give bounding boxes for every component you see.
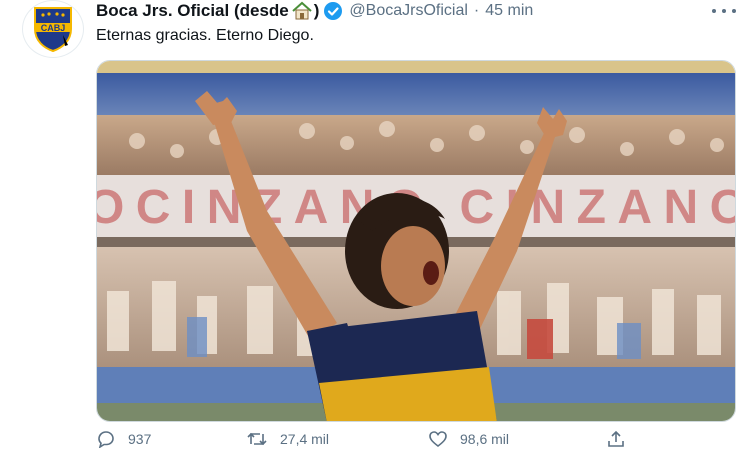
- display-name-close: ): [313, 1, 320, 20]
- reply-count: 937: [128, 431, 152, 447]
- user-handle[interactable]: @BocaJrsOficial: [349, 2, 468, 20]
- tweet-photo[interactable]: OCINZANO CINZANO: [96, 60, 736, 422]
- boca-crest-icon: CABJ: [34, 7, 72, 53]
- share-button[interactable]: [606, 430, 626, 448]
- tweet-timestamp[interactable]: 45 min: [485, 2, 533, 20]
- tweet[interactable]: CABJ Boca Jrs. Oficial (desde ) @BocaJrs…: [0, 0, 750, 450]
- tweet-text: Eternas gracias. Eterno Diego.: [96, 27, 314, 44]
- retweet-icon: [247, 432, 267, 446]
- avatar[interactable]: CABJ: [22, 0, 84, 58]
- retweet-button[interactable]: 27,4 mil: [246, 430, 329, 448]
- like-heart-icon: [429, 431, 447, 448]
- crest-logo-text: CABJ: [41, 23, 66, 33]
- separator-dot: ·: [473, 2, 480, 19]
- more-options-icon[interactable]: [712, 4, 736, 18]
- like-button[interactable]: 98,6 mil: [428, 430, 509, 448]
- reply-icon: [98, 431, 114, 448]
- verified-badge-icon: [323, 1, 343, 21]
- retweet-count: 27,4 mil: [280, 431, 330, 447]
- share-icon: [608, 430, 624, 447]
- house-icon: [291, 1, 313, 21]
- like-count: 98,6 mil: [460, 431, 510, 447]
- display-name[interactable]: Boca Jrs. Oficial (desde: [96, 1, 289, 21]
- tweet-actions: 937 27,4 mil 98,6 mil: [96, 430, 736, 450]
- tweet-header: Boca Jrs. Oficial (desde ) @BocaJrsOfici…: [96, 0, 533, 22]
- reply-button[interactable]: 937: [96, 430, 151, 448]
